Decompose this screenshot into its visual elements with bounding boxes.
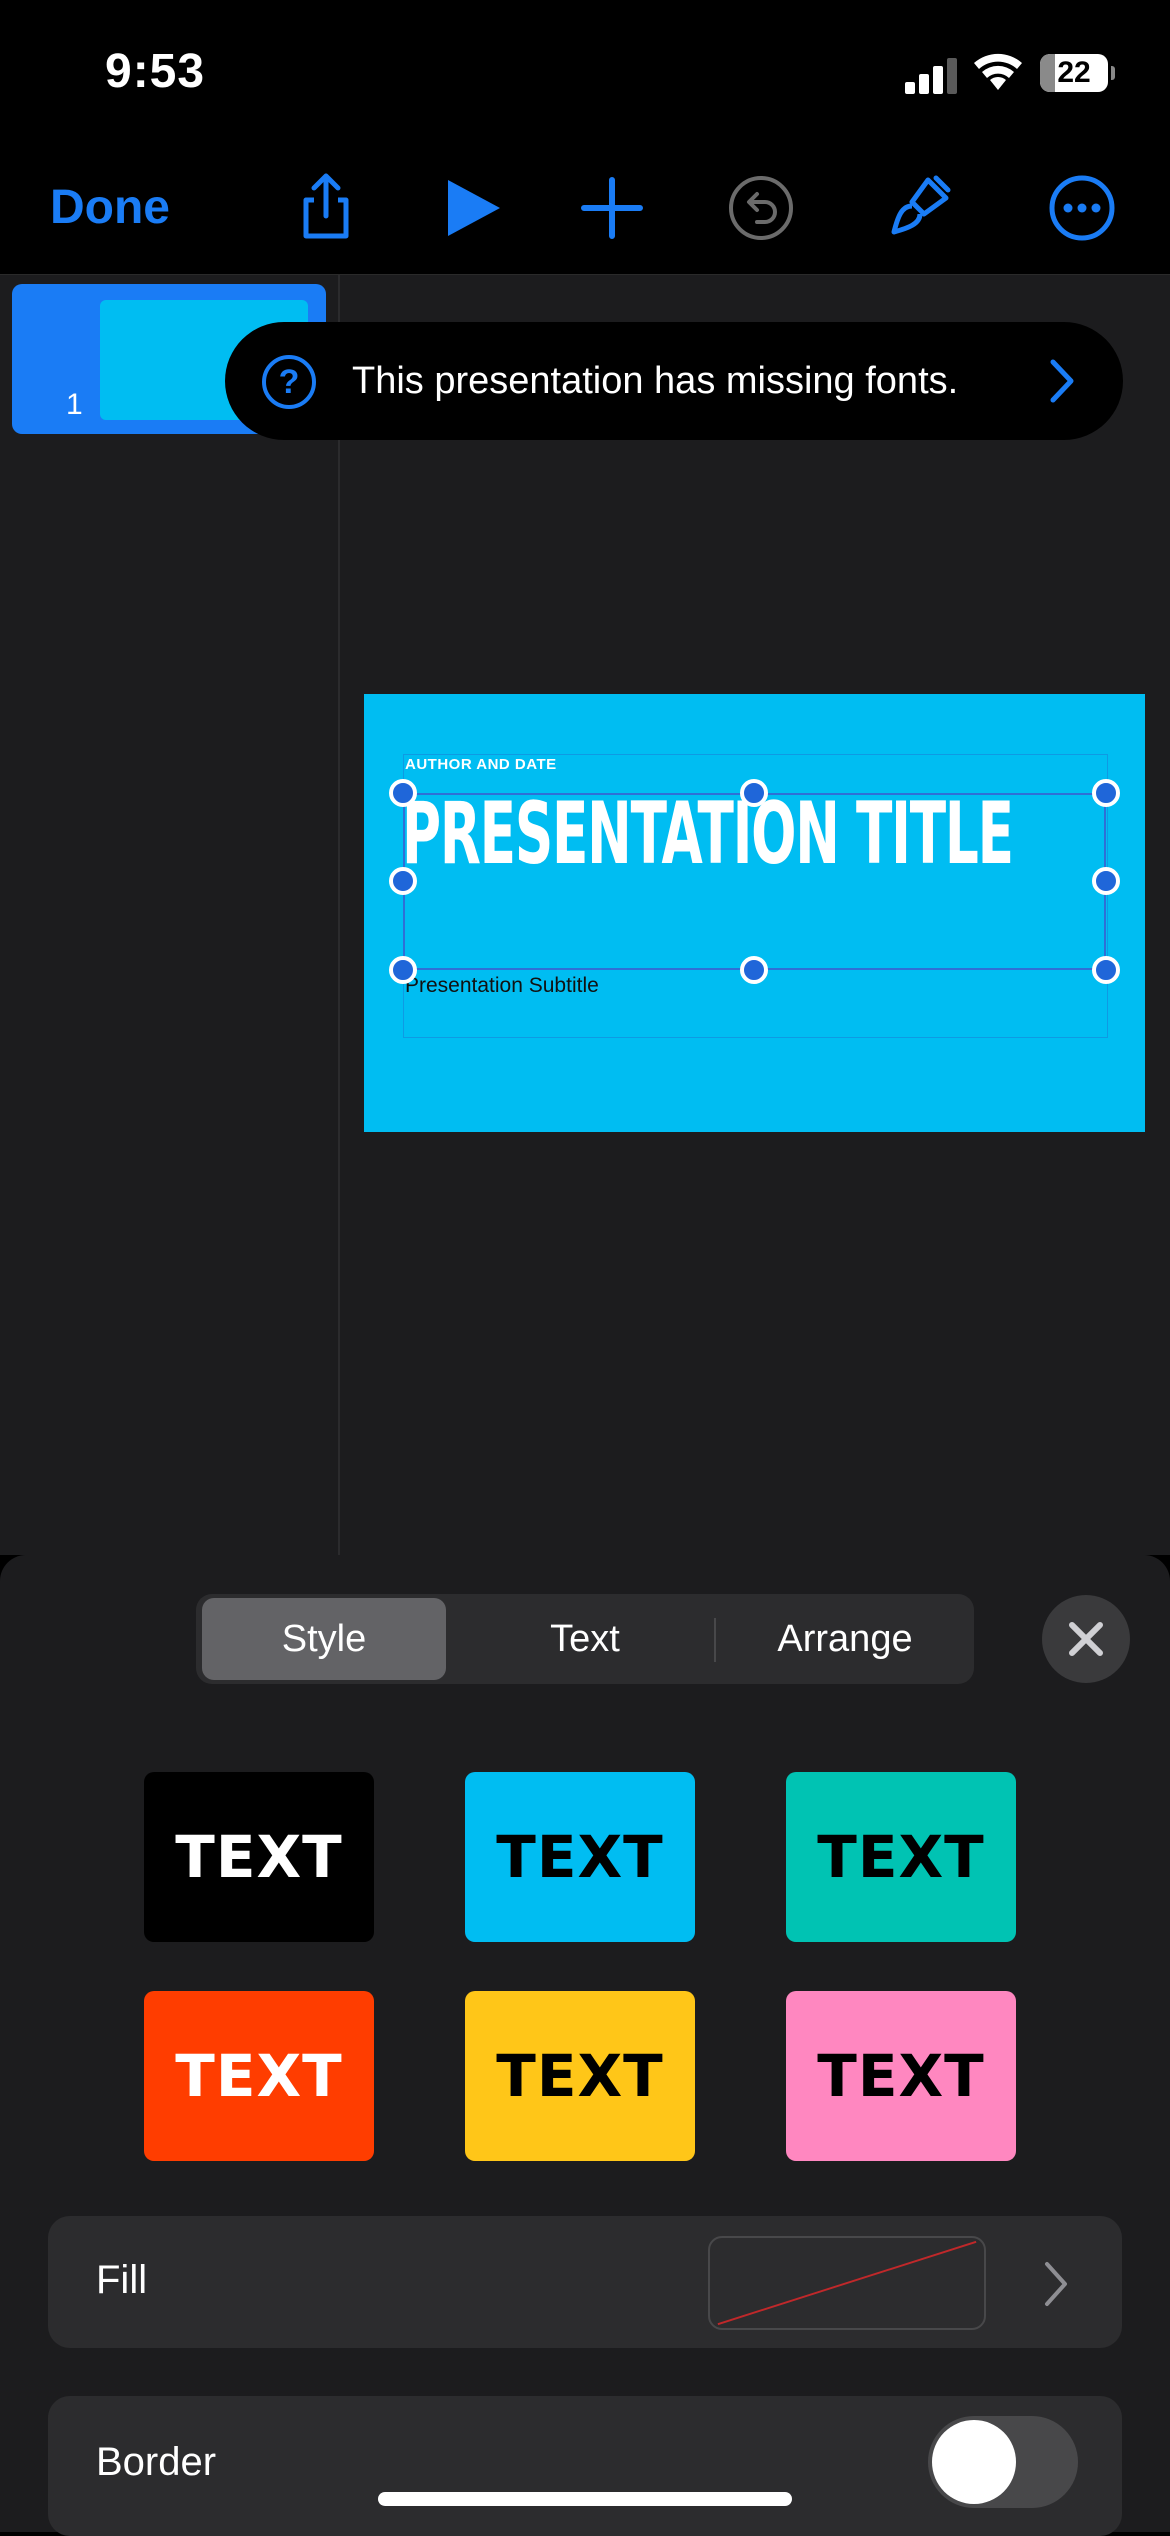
slide-number: 1 [66,388,83,421]
add-icon[interactable] [576,172,648,244]
resize-handle-top-left[interactable] [389,779,417,807]
text-style-swatch-1[interactable]: TEXT [144,1772,374,1942]
slide-navigator [0,275,340,1555]
banner-message: This presentation has missing fonts. [352,360,959,402]
fill-swatch[interactable] [708,2236,986,2330]
text-style-swatch-5[interactable]: TEXT [465,1991,695,2161]
text-style-swatch-6[interactable]: TEXT [786,1991,1016,2161]
format-paintbrush-icon[interactable] [884,170,956,242]
resize-handle-bottom-right[interactable] [1092,956,1120,984]
tab-arrange[interactable]: Arrange [720,1598,970,1680]
help-icon: ? [262,355,316,409]
fill-label: Fill [96,2258,148,2302]
share-icon[interactable] [290,170,362,242]
slide-author-text[interactable]: AUTHOR AND DATE [405,756,557,773]
resize-handle-bottom-left[interactable] [389,956,417,984]
text-style-swatch-3[interactable]: TEXT [786,1772,1016,1942]
border-toggle-knob[interactable] [932,2420,1016,2504]
text-style-swatch-2[interactable]: TEXT [465,1772,695,1942]
selection-box [403,793,1106,970]
battery-level: 22 [1057,56,1091,89]
close-icon [1069,1622,1103,1656]
resize-handle-right[interactable] [1092,867,1120,895]
tab-text[interactable]: Text [460,1598,710,1680]
chevron-right-icon [1045,356,1079,406]
status-time: 9:53 [105,45,206,98]
wifi-icon [973,52,1023,92]
resize-handle-top[interactable] [740,779,768,807]
slide-subtitle-text[interactable]: Presentation Subtitle [405,974,599,998]
text-style-swatch-4[interactable]: TEXT [144,1991,374,2161]
resize-handle-top-right[interactable] [1092,779,1120,807]
done-button[interactable]: Done [50,180,170,235]
close-panel-button[interactable] [1042,1595,1130,1683]
battery-icon: 22 [1040,54,1115,92]
border-label: Border [96,2440,217,2484]
resize-handle-bottom[interactable] [740,956,768,984]
resize-handle-left[interactable] [389,867,417,895]
tab-style[interactable]: Style [202,1598,446,1680]
chevron-right-icon [1040,2258,1072,2310]
cellular-signal-icon [905,58,957,94]
undo-icon[interactable] [725,172,797,244]
home-indicator [378,2492,792,2506]
tab-divider [714,1618,716,1662]
more-options-icon[interactable] [1046,172,1118,244]
play-icon[interactable] [436,172,508,244]
